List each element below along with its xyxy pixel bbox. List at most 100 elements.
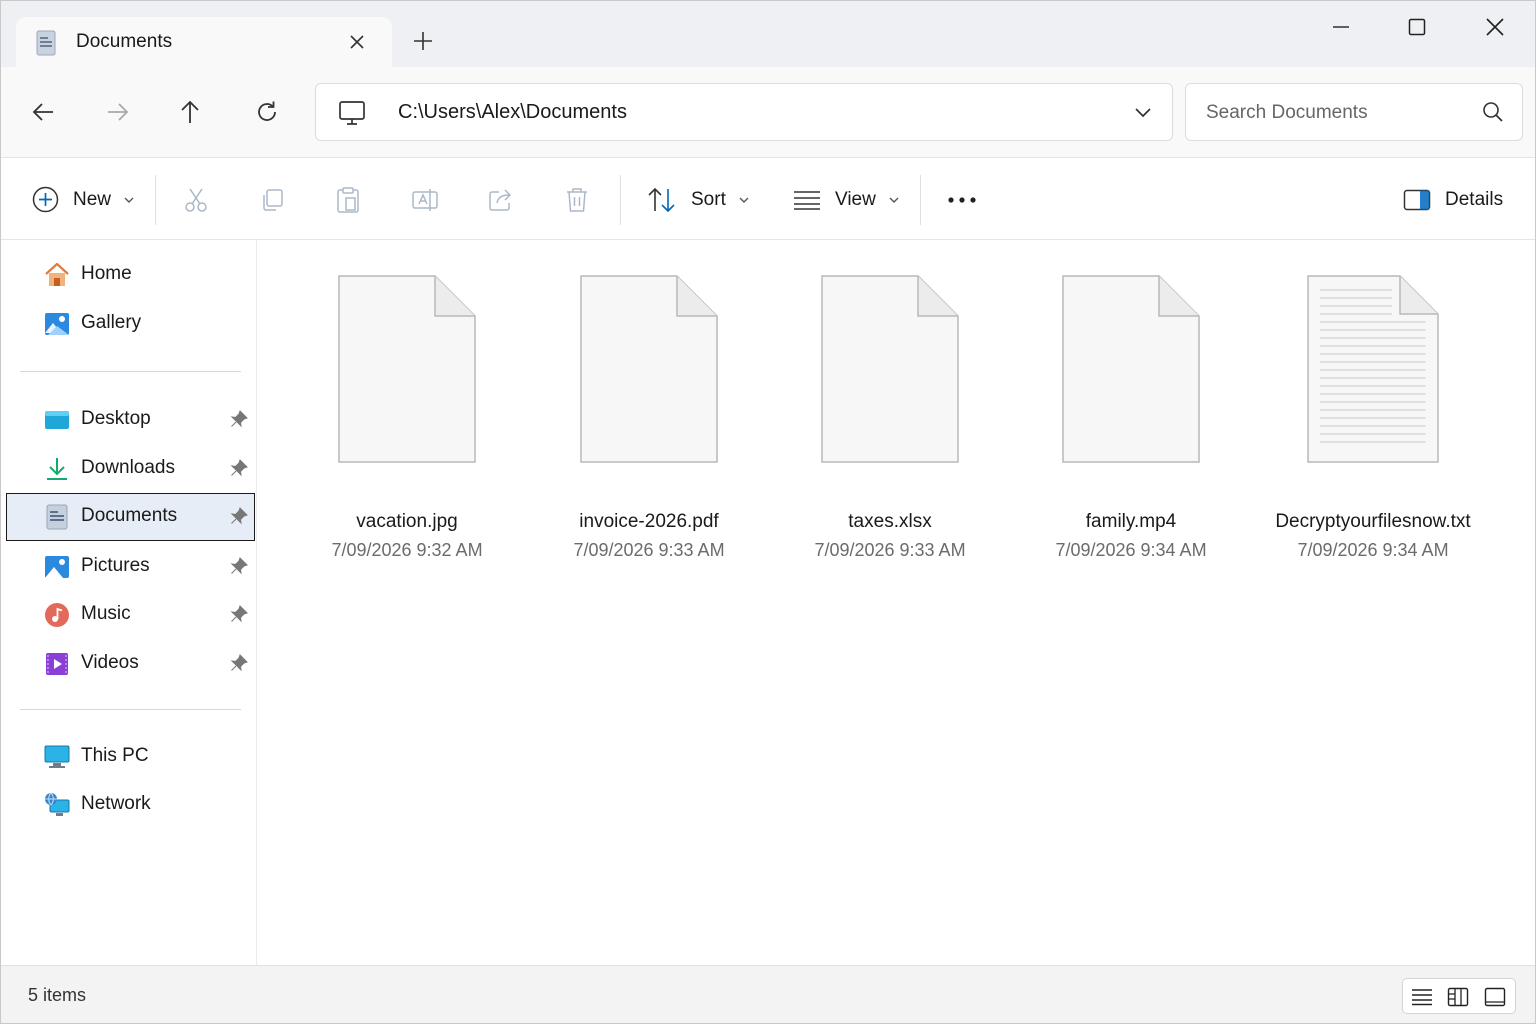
- sidebar-divider: [20, 709, 241, 710]
- sidebar-item-desktop[interactable]: Desktop: [6, 396, 255, 444]
- pc-monitor-icon: [339, 101, 365, 125]
- maximize-icon[interactable]: [1395, 9, 1439, 45]
- navigation-pane: Home Gallery Desktop Downloads Documents…: [1, 240, 257, 965]
- file-name: taxes.xlsx: [848, 511, 932, 532]
- sort-arrows-icon: [648, 187, 675, 212]
- chevron-down-icon[interactable]: [1134, 103, 1152, 121]
- blank-file-icon: [1062, 275, 1200, 463]
- file-date: 7/09/2026 9:33 AM: [573, 540, 725, 560]
- close-window-icon[interactable]: [1473, 9, 1517, 45]
- cut-button[interactable]: [183, 159, 209, 240]
- sidebar-label: Music: [81, 603, 131, 624]
- trash-icon: [567, 187, 587, 212]
- sidebar-item-gallery[interactable]: Gallery: [6, 300, 255, 348]
- sidebar-label: Gallery: [81, 312, 142, 333]
- file-name: Decryptyourfilesnow.txt: [1275, 511, 1471, 532]
- back-arrow-icon[interactable]: [29, 97, 59, 127]
- share-button[interactable]: [487, 159, 515, 240]
- gallery-icon: [45, 313, 69, 335]
- file-date: 7/09/2026 9:34 AM: [1055, 540, 1207, 560]
- file-item[interactable]: taxes.xlsx 7/09/2026 9:33 AM: [770, 270, 1010, 560]
- file-item[interactable]: vacation.jpg 7/09/2026 9:32 AM: [287, 270, 527, 560]
- tab-documents[interactable]: Documents: [16, 17, 392, 69]
- view-label: View: [835, 188, 876, 210]
- pin-icon[interactable]: [230, 605, 248, 623]
- sidebar-label: Documents: [81, 505, 178, 526]
- tab-close-icon[interactable]: [344, 29, 370, 55]
- address-path[interactable]: C:\Users\Alex\Documents: [398, 101, 627, 124]
- sidebar-item-home[interactable]: Home: [6, 251, 255, 299]
- delete-button[interactable]: [564, 159, 590, 240]
- sidebar-item-pictures[interactable]: Pictures: [6, 543, 255, 591]
- command-bar: New Sort View Details: [1, 159, 1535, 240]
- details-label: Details: [1445, 188, 1504, 210]
- sidebar-item-downloads[interactable]: Downloads: [6, 445, 255, 493]
- details-view-icon[interactable]: [1410, 985, 1434, 1009]
- file-view: vacation.jpg 7/09/2026 9:32 AM invoice-2…: [258, 240, 1535, 965]
- new-tab-plus-icon[interactable]: [409, 27, 437, 55]
- new-button[interactable]: New: [32, 159, 135, 240]
- pin-icon[interactable]: [230, 507, 248, 525]
- sidebar-item-documents[interactable]: Documents: [6, 493, 255, 541]
- file-item[interactable]: invoice-2026.pdf 7/09/2026 9:33 AM: [529, 270, 769, 560]
- pin-icon[interactable]: [230, 557, 248, 575]
- more-dots-icon: [948, 196, 976, 203]
- scissors-icon: [185, 188, 207, 212]
- view-button[interactable]: View: [793, 159, 900, 240]
- details-button[interactable]: Details: [1403, 159, 1503, 240]
- search-box[interactable]: Search Documents: [1185, 83, 1523, 141]
- blank-file-icon: [580, 275, 718, 463]
- sidebar-item-network[interactable]: Network: [6, 781, 255, 829]
- item-count: 5 items: [28, 985, 87, 1005]
- sidebar-label: Network: [81, 793, 151, 814]
- toolbar-divider: [620, 175, 621, 225]
- paste-button[interactable]: [335, 159, 361, 240]
- file-item[interactable]: family.mp4 7/09/2026 9:34 AM: [1011, 270, 1251, 560]
- downloads-icon: [47, 458, 67, 480]
- sidebar-label: This PC: [81, 745, 149, 766]
- rename-icon: [412, 188, 438, 211]
- minimize-icon[interactable]: [1319, 9, 1363, 45]
- sidebar-item-videos[interactable]: Videos: [6, 640, 255, 688]
- copy-button[interactable]: [259, 159, 285, 240]
- home-icon: [45, 262, 69, 286]
- new-label: New: [73, 188, 112, 210]
- sidebar-item-music[interactable]: Music: [6, 591, 255, 639]
- more-options-button[interactable]: [947, 159, 977, 240]
- copy-icon: [263, 188, 283, 211]
- rename-button[interactable]: [411, 159, 439, 240]
- sort-label: Sort: [691, 188, 726, 210]
- videos-icon: [46, 653, 68, 675]
- text-file-icon: [1307, 275, 1439, 463]
- view-lines-icon: [794, 190, 820, 210]
- up-arrow-icon[interactable]: [175, 97, 205, 127]
- forward-arrow-icon[interactable]: [102, 97, 132, 127]
- file-item[interactable]: Decryptyourfilesnow.txt 7/09/2026 9:34 A…: [1253, 270, 1493, 560]
- pin-icon[interactable]: [230, 410, 248, 428]
- navigation-bar: C:\Users\Alex\Documents Search Documents: [1, 67, 1535, 158]
- file-explorer-window: Documents C:\Users\Alex\Documents Search…: [0, 0, 1536, 1024]
- pin-icon[interactable]: [230, 654, 248, 672]
- file-date: 7/09/2026 9:32 AM: [331, 540, 483, 560]
- pin-icon[interactable]: [230, 459, 248, 477]
- search-input[interactable]: Search Documents: [1206, 102, 1368, 124]
- tiles-view-icon[interactable]: [1446, 985, 1470, 1009]
- status-bar: 5 items: [1, 965, 1535, 1023]
- documents-tab-icon: [36, 30, 56, 56]
- refresh-icon[interactable]: [252, 97, 282, 127]
- large-icons-view-icon[interactable]: [1483, 985, 1507, 1009]
- file-name: family.mp4: [1085, 511, 1177, 532]
- title-bar: Documents: [1, 1, 1535, 69]
- sidebar-item-this-pc[interactable]: This PC: [6, 733, 255, 781]
- this-pc-icon: [44, 745, 70, 768]
- share-icon: [489, 188, 512, 211]
- sort-button[interactable]: Sort: [647, 159, 750, 240]
- plus-circle-icon: [32, 186, 59, 213]
- sidebar-label: Pictures: [81, 555, 150, 576]
- blank-file-icon: [338, 275, 476, 463]
- search-icon[interactable]: [1482, 101, 1504, 123]
- details-pane-icon: [1403, 189, 1431, 210]
- file-date: 7/09/2026 9:33 AM: [814, 540, 966, 560]
- address-bar[interactable]: C:\Users\Alex\Documents: [315, 83, 1173, 141]
- blank-file-icon: [821, 275, 959, 463]
